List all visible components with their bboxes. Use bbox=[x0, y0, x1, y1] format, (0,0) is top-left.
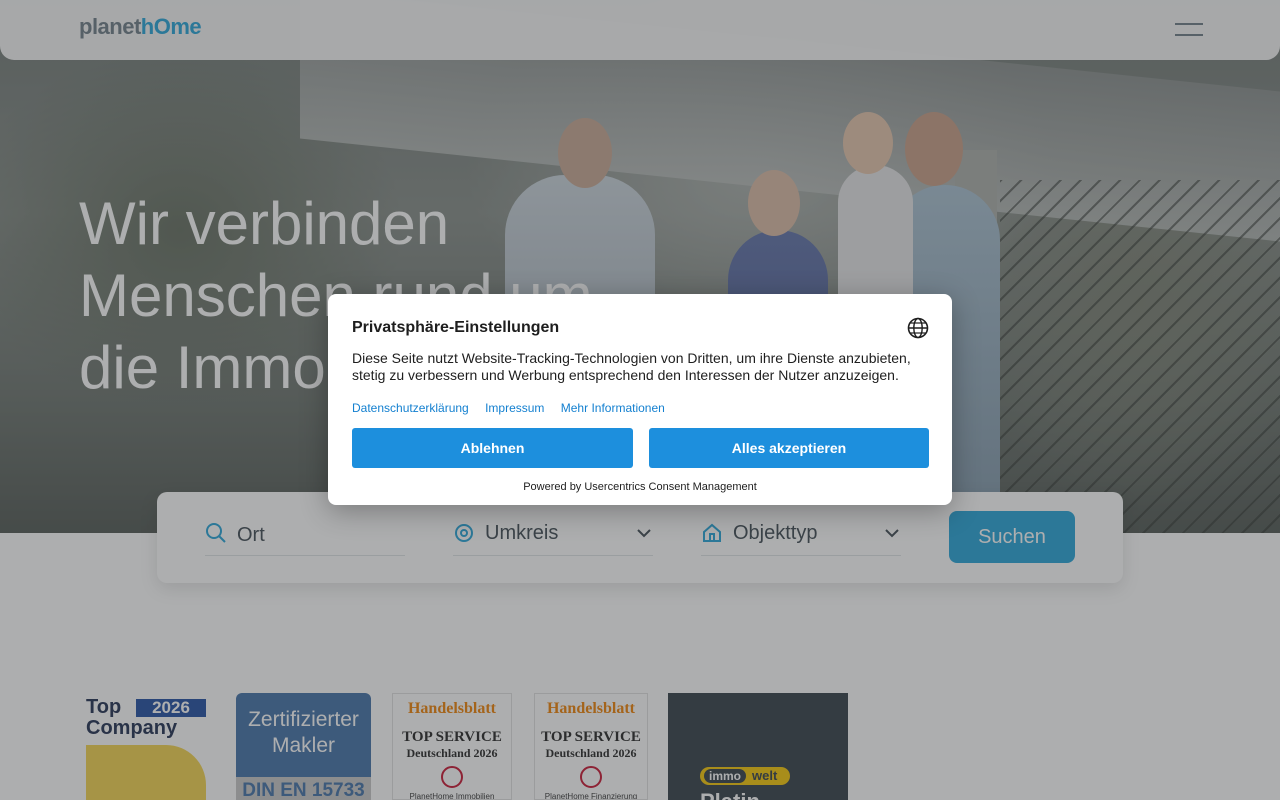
accept-all-button[interactable]: Alles akzeptieren bbox=[649, 428, 929, 468]
consent-description: Diese Seite nutzt Website-Tracking-Techn… bbox=[352, 350, 911, 383]
imprint-link[interactable]: Impressum bbox=[485, 401, 544, 415]
consent-title: Privatsphäre-Einstellungen bbox=[352, 319, 560, 336]
powered-by-usercentrics: Powered by Usercentrics Consent Manageme… bbox=[523, 481, 757, 493]
consent-links: Datenschutzerklärung Impressum Mehr Info… bbox=[352, 401, 678, 415]
more-info-link[interactable]: Mehr Informationen bbox=[561, 401, 665, 415]
deny-button[interactable]: Ablehnen bbox=[352, 428, 633, 468]
privacy-policy-link[interactable]: Datenschutzerklärung bbox=[352, 401, 469, 415]
privacy-consent-dialog: Privatsphäre-Einstellungen Diese Seite n… bbox=[328, 294, 952, 505]
globe-icon[interactable] bbox=[907, 317, 929, 339]
